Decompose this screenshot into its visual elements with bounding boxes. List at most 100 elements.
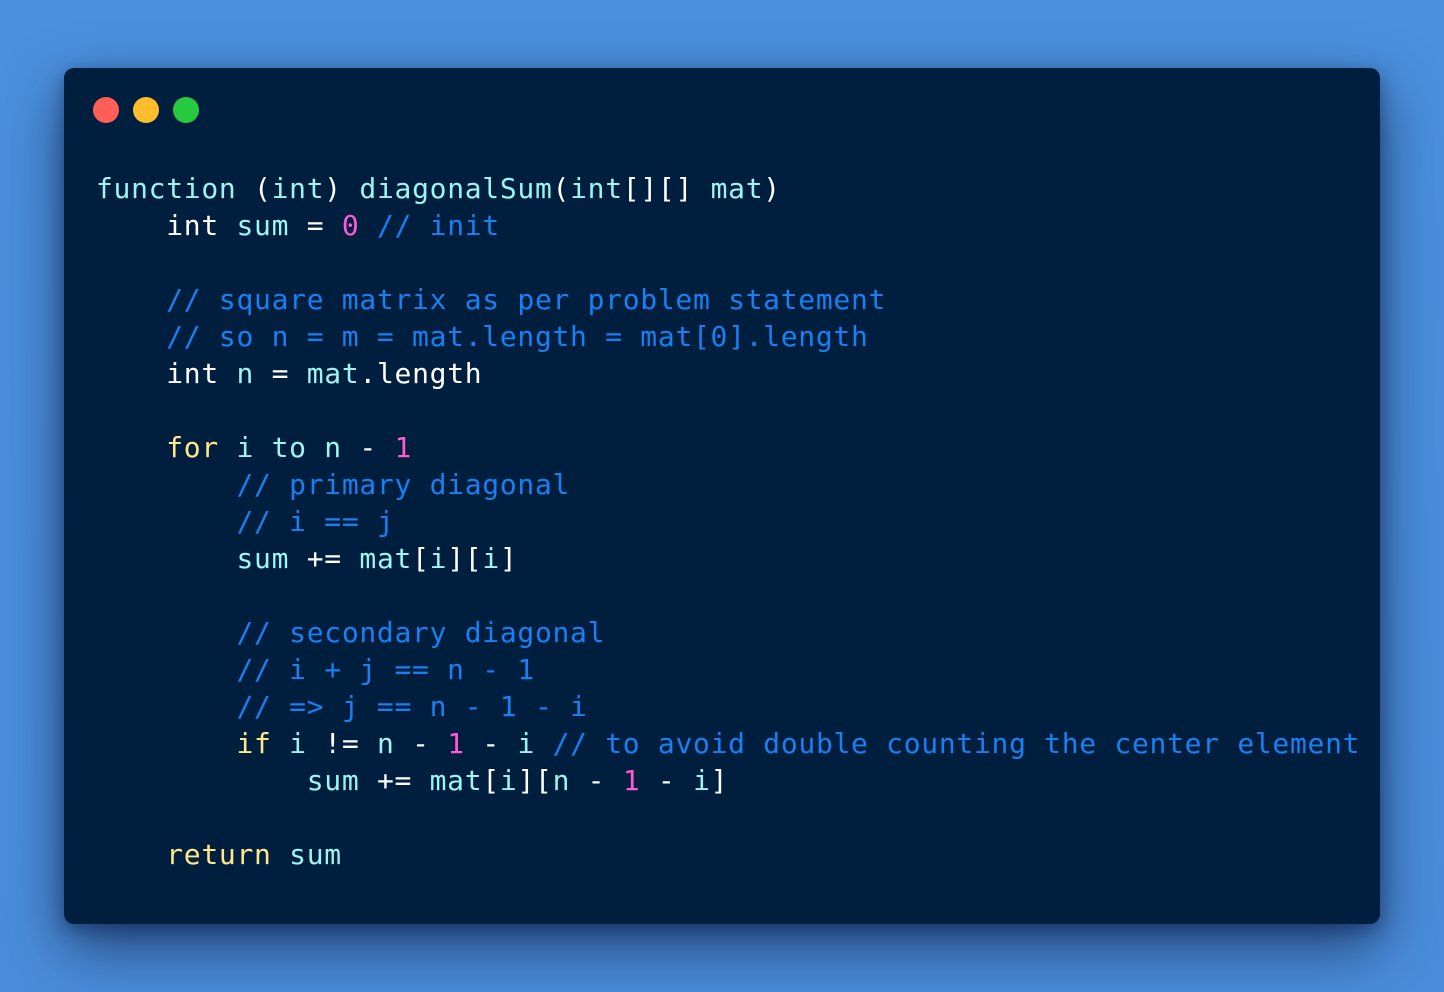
code-token-plain: int xyxy=(96,209,237,242)
code-line: sum += mat[i][n - 1 - i] xyxy=(96,762,1360,799)
code-token-comment: // secondary diagonal xyxy=(236,616,606,649)
maximize-dot-icon[interactable] xyxy=(173,97,199,123)
code-token-ident: sum xyxy=(236,209,290,242)
close-dot-icon[interactable] xyxy=(93,97,119,123)
code-token-ident: n xyxy=(552,764,571,797)
code-token-plain: += xyxy=(289,542,360,575)
code-token-ident: i xyxy=(499,764,518,797)
code-token-number: 1 xyxy=(394,431,413,464)
code-token-ident: sum xyxy=(236,542,290,575)
code-line: ​ xyxy=(96,799,1360,836)
code-token-ident: int xyxy=(271,172,325,205)
code-token-comment: // i + j == n - 1 xyxy=(236,653,535,686)
code-token-comment: // init xyxy=(376,209,500,242)
code-token-ident: sum xyxy=(289,838,342,871)
code-token-comment: // i == j xyxy=(236,505,395,538)
code-token-comment: // => j == n - 1 - i xyxy=(236,690,588,723)
code-line: ​ xyxy=(96,577,1360,614)
code-token-ident: i xyxy=(289,727,307,760)
code-token-number: 0 xyxy=(341,209,360,242)
code-token-ident: mat xyxy=(710,172,764,205)
code-line: // i + j == n - 1 xyxy=(96,651,1360,688)
code-token-comment: // to avoid double counting the center e… xyxy=(552,727,1361,760)
code-token-plain: - xyxy=(570,764,623,797)
code-line: ​ xyxy=(96,244,1360,281)
code-line: // i == j xyxy=(96,503,1360,540)
code-token-plain: int xyxy=(96,357,237,390)
code-token-ident: to xyxy=(271,431,307,464)
code-token-ident: i xyxy=(517,727,536,760)
code-token-plain: ] xyxy=(499,542,518,575)
code-token-ident: mat xyxy=(359,542,413,575)
code-token-ident: n xyxy=(376,727,395,760)
code-token-ident: mat xyxy=(429,764,483,797)
code-window: function (int) diagonalSum(int[][] mat) … xyxy=(64,68,1380,924)
code-token-comment: // so n = m = mat.length = mat[0].length xyxy=(166,320,869,353)
code-token-ident: i xyxy=(693,764,711,797)
code-token-plain: ( xyxy=(236,172,272,205)
code-token-keyword: if xyxy=(236,727,272,760)
code-token-plain: - xyxy=(394,727,448,760)
code-line: // secondary diagonal xyxy=(96,614,1360,651)
code-line: // so n = m = mat.length = mat[0].length xyxy=(96,318,1360,355)
code-token-plain: ) xyxy=(763,172,781,205)
code-token-ident: n xyxy=(324,431,342,464)
code-line: int n = mat.length xyxy=(96,355,1360,392)
code-token-number: 1 xyxy=(622,764,641,797)
code-token-keyword: for xyxy=(166,431,219,464)
code-token-ident: function xyxy=(96,172,237,205)
code-token-plain: [][] xyxy=(622,172,711,205)
code-token-plain: ] xyxy=(710,764,729,797)
code-line: int sum = 0 // init xyxy=(96,207,1360,244)
code-token-plain: = xyxy=(289,209,342,242)
code-line: // square matrix as per problem statemen… xyxy=(96,281,1360,318)
code-line: // primary diagonal xyxy=(96,466,1360,503)
code-token-plain: - xyxy=(464,727,518,760)
code-token-keyword: return xyxy=(166,838,272,871)
minimize-dot-icon[interactable] xyxy=(133,97,159,123)
code-token-plain: = xyxy=(254,357,307,390)
code-token-plain: ( xyxy=(552,172,571,205)
code-token-plain: [ xyxy=(482,764,500,797)
code-line: return sum xyxy=(96,836,1360,873)
code-line: function (int) diagonalSum(int[][] mat) xyxy=(96,170,1360,207)
code-token-plain: ) xyxy=(324,172,360,205)
code-token-plain: != xyxy=(306,727,377,760)
code-line: sum += mat[i][i] xyxy=(96,540,1360,577)
code-block: function (int) diagonalSum(int[][] mat) … xyxy=(96,170,1360,873)
code-token-ident: n xyxy=(236,357,255,390)
code-token-comment: // primary diagonal xyxy=(236,468,571,501)
code-token-plain: - xyxy=(640,764,694,797)
code-token-plain: [ xyxy=(412,542,430,575)
code-token-ident: i xyxy=(429,542,448,575)
code-token-plain: ][ xyxy=(517,764,553,797)
code-token-comment: // square matrix as per problem statemen… xyxy=(166,283,887,316)
code-token-ident: int xyxy=(570,172,623,205)
code-line: ​ xyxy=(96,392,1360,429)
code-line: // => j == n - 1 - i xyxy=(96,688,1360,725)
code-token-ident: mat xyxy=(306,357,360,390)
code-token-number: 1 xyxy=(447,727,465,760)
code-token-ident: diagonalSum xyxy=(359,172,553,205)
code-token-ident: i xyxy=(236,431,255,464)
code-token-plain: += xyxy=(359,764,430,797)
code-line: if i != n - 1 - i // to avoid double cou… xyxy=(96,725,1360,762)
code-token-plain: ][ xyxy=(447,542,483,575)
